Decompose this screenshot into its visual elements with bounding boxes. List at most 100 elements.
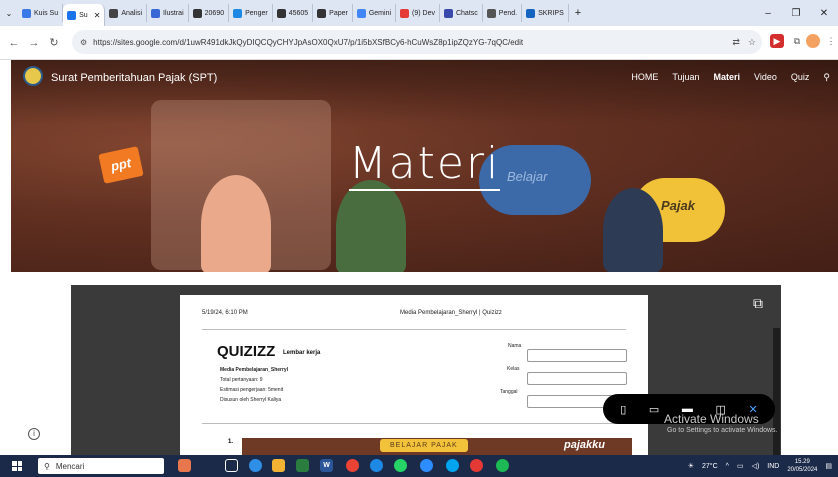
tab-9[interactable]: (9) Dev (396, 4, 440, 22)
new-tab-button[interactable]: + (569, 7, 587, 19)
browser-tab-strip: ⌄ Kuis Su Su ✕ Analisi Ilustrai 20690 Pen… (0, 0, 838, 26)
extensions-puzzle-icon[interactable]: ⧉ (790, 34, 804, 48)
tab-favicon-icon (22, 8, 31, 18)
print-date: 5/19/24, 6:10 PM (202, 310, 248, 316)
store-icon[interactable] (296, 459, 309, 472)
tablet-preview-icon[interactable]: ▭ (649, 403, 659, 416)
app-icon[interactable] (446, 459, 459, 472)
close-tab-icon[interactable]: ✕ (94, 11, 101, 20)
start-button[interactable] (6, 455, 28, 477)
tab-label: Analisi (121, 9, 143, 17)
tab-10[interactable]: Chatsc (440, 4, 483, 22)
address-bar-row: ← → ↻ ⚙ https://sites.google.com/d/1uwR4… (0, 26, 838, 60)
bookmark-star-icon[interactable]: ☆ (748, 37, 756, 48)
temperature[interactable]: 27°C (702, 463, 718, 470)
language-indicator[interactable]: IND (767, 463, 779, 470)
divider (202, 329, 626, 330)
zoom-icon[interactable] (420, 459, 433, 472)
search-icon[interactable]: ⚲ (823, 72, 830, 83)
search-placeholder: Mencari (55, 461, 85, 471)
clock[interactable]: 15.29 20/05/2024 (787, 458, 817, 474)
tab-favicon-icon (109, 8, 119, 18)
browser-icon[interactable] (370, 459, 383, 472)
tab-search-icon[interactable]: ⌄ (0, 9, 18, 18)
network-icon[interactable]: ▭ (737, 462, 744, 470)
open-external-icon[interactable]: ⧉ (747, 292, 769, 314)
tab-8[interactable]: Gemini (353, 4, 397, 22)
forward-icon[interactable]: → (24, 37, 44, 49)
worksheet-name: Media Pembelajaran_Sherryl (220, 367, 289, 373)
tab-favicon-icon (67, 10, 77, 20)
tab-6[interactable]: 45605 (273, 4, 314, 22)
viewer-scrollbar[interactable] (773, 328, 780, 455)
nav-video[interactable]: Video (754, 72, 777, 83)
tab-favicon-icon (233, 8, 243, 18)
back-icon[interactable]: ← (4, 37, 24, 49)
question-count: Total pertanyaan: 9 (220, 377, 263, 383)
info-icon[interactable]: i (28, 428, 40, 440)
tab-favicon-icon (151, 8, 161, 18)
tray-chevron-icon[interactable]: ^ (726, 463, 729, 470)
tab-favicon-icon (192, 8, 202, 18)
volume-icon[interactable]: ◁) (752, 462, 760, 470)
app-icon[interactable] (470, 459, 483, 472)
name-field (527, 349, 627, 362)
reload-icon[interactable]: ↻ (44, 36, 64, 49)
pdf-page: 5/19/24, 6:10 PM Media Pembelajaran_Sher… (180, 295, 648, 455)
tab-11[interactable]: Pend. (483, 4, 523, 22)
person-illustration (336, 180, 406, 272)
whatsapp-icon[interactable] (394, 459, 407, 472)
tab-1[interactable]: Su ✕ (63, 4, 106, 26)
question-image: BELAJAR PAJAK pajakku (242, 438, 632, 455)
search-icon: ⚲ (44, 461, 50, 471)
word-icon[interactable]: W (320, 459, 333, 472)
site-title[interactable]: Surat Pemberitahuan Pajak (SPT) (51, 72, 217, 84)
name-label: Nama (508, 343, 522, 349)
weather-icon[interactable]: ☀ (688, 462, 694, 470)
extension-icon[interactable]: ▶ (770, 34, 784, 48)
profile-avatar[interactable] (806, 34, 820, 48)
edge-icon[interactable] (249, 459, 262, 472)
tab-3[interactable]: Ilustrai (147, 4, 189, 22)
url-text[interactable]: https://sites.google.com/d/1uwR491dkJkQy… (93, 38, 523, 47)
tab-12[interactable]: SKRIPS (522, 4, 569, 22)
minimize-button[interactable]: – (754, 0, 782, 26)
nav-home[interactable]: HOME (631, 72, 658, 83)
notification-icon[interactable]: ▤ (825, 462, 832, 470)
chrome-icon[interactable] (346, 459, 359, 472)
close-window-button[interactable]: ✕ (810, 0, 838, 26)
system-tray: ☀ 27°C ^ ▭ ◁) IND 15.29 20/05/2024 ▤ (688, 455, 838, 477)
time: 15.29 (794, 459, 810, 465)
tab-7[interactable]: Paper (313, 4, 353, 22)
tab-0[interactable]: Kuis Su (18, 4, 64, 22)
nav-quiz[interactable]: Quiz (791, 72, 810, 83)
banner-label: BELAJAR PAJAK (380, 439, 468, 452)
translate-icon[interactable]: ⇄ (732, 37, 740, 48)
url-field[interactable]: ⚙ https://sites.google.com/d/1uwR491dkJk… (72, 30, 762, 54)
nav-materi[interactable]: Materi (714, 72, 741, 83)
tab-label: Ilustrai (163, 9, 184, 17)
tab-label: Su (79, 11, 88, 19)
question-number: 1. (228, 439, 234, 445)
menu-kebab-icon[interactable]: ⋮ (824, 34, 838, 48)
widget-icon[interactable] (178, 459, 191, 472)
file-explorer-icon[interactable] (272, 459, 285, 472)
tab-5[interactable]: Penger (229, 4, 273, 22)
tab-label: Penger (245, 9, 268, 17)
spotify-icon[interactable] (496, 459, 509, 472)
banner-brand: pajakku (564, 439, 605, 451)
site-settings-icon[interactable]: ⚙ (80, 38, 87, 47)
worksheet-label: Lembar kerja (283, 350, 321, 356)
maximize-button[interactable]: ❐ (782, 0, 810, 26)
nav-tujuan[interactable]: Tujuan (672, 72, 699, 83)
date: 20/05/2024 (787, 467, 818, 473)
tab-label: 20690 (204, 9, 225, 17)
person-illustration (201, 175, 271, 272)
site-logo[interactable] (23, 66, 43, 86)
phone-preview-icon[interactable]: ▯ (620, 403, 626, 416)
tab-2[interactable]: Analisi (105, 4, 148, 22)
task-view-icon[interactable] (225, 459, 238, 472)
tab-label: Gemini (368, 9, 392, 17)
taskbar-search-input[interactable]: ⚲ Mencari (38, 458, 164, 474)
tab-4[interactable]: 20690 (189, 4, 230, 22)
